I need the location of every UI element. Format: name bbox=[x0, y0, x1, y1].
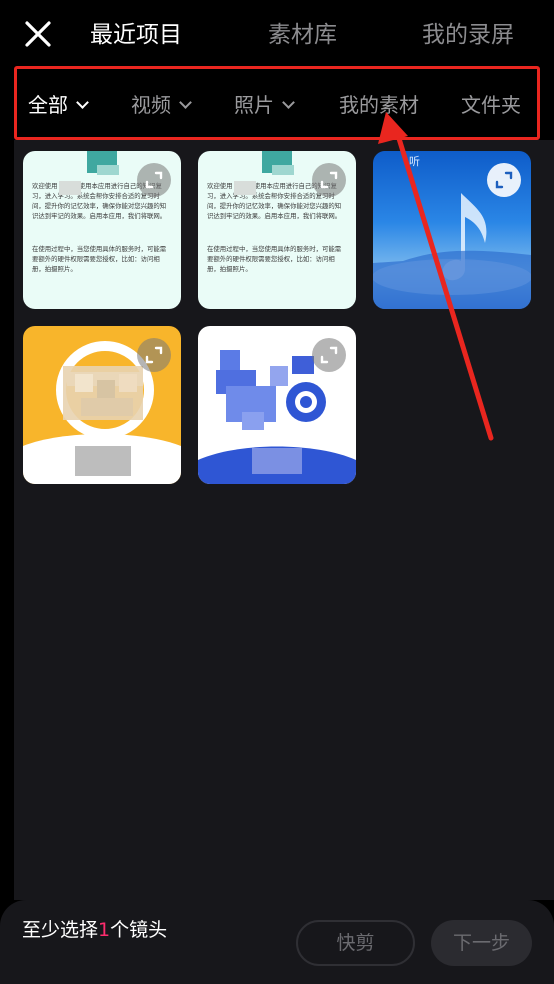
selection-hint: 至少选择1个镜头 bbox=[22, 916, 167, 944]
next-step-button[interactable]: 下一步 bbox=[431, 920, 532, 966]
hint-suffix: 个镜头 bbox=[110, 919, 168, 941]
quick-cut-button[interactable]: 快剪 bbox=[296, 920, 415, 966]
annotation-arrow bbox=[378, 112, 494, 441]
hint-count: 1 bbox=[98, 919, 111, 941]
hint-prefix: 至少选择 bbox=[22, 919, 99, 941]
